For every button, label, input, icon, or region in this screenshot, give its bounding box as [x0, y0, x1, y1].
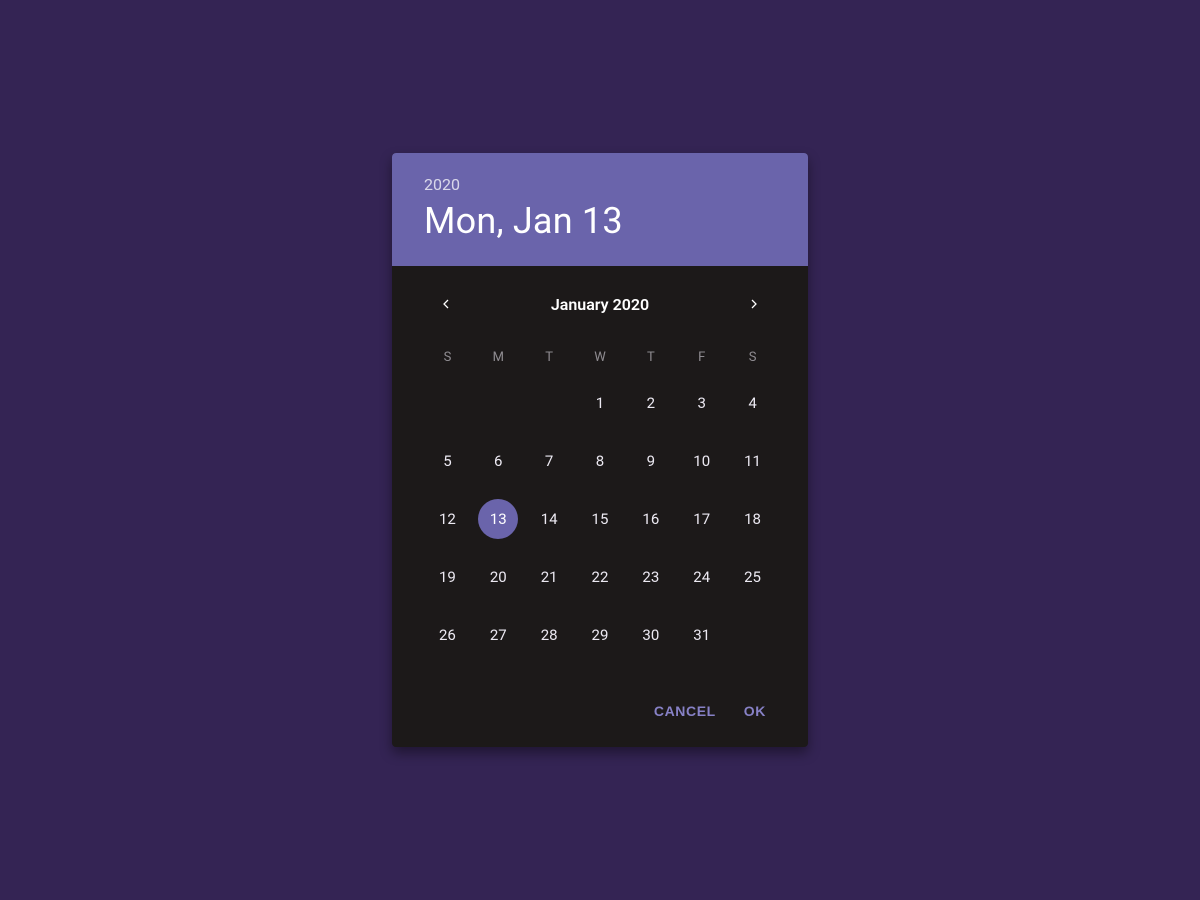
weekday-label: T	[625, 346, 676, 369]
calendar-day-label: 9	[631, 441, 671, 481]
calendar-day[interactable]: 16	[625, 497, 676, 541]
calendar-day-label: 17	[682, 499, 722, 539]
weekday-header-row: SMTWTFS	[392, 334, 808, 369]
calendar-day[interactable]: 17	[676, 497, 727, 541]
calendar-day-label: 25	[733, 557, 773, 597]
dialog-actions: Cancel OK	[392, 657, 808, 747]
calendar-day-empty	[473, 381, 524, 425]
calendar-day-empty	[422, 381, 473, 425]
calendar-day-label: 27	[478, 615, 518, 655]
calendar-day[interactable]: 25	[727, 555, 778, 599]
calendar-day-label: 19	[427, 557, 467, 597]
chevron-left-icon	[440, 295, 452, 314]
calendar-day-label: 1	[580, 383, 620, 423]
calendar-day[interactable]: 20	[473, 555, 524, 599]
calendar-day-label: 6	[478, 441, 518, 481]
month-year-title: January 2020	[551, 295, 649, 314]
calendar-day[interactable]: 31	[676, 613, 727, 657]
cancel-button[interactable]: Cancel	[654, 703, 716, 719]
calendar-day[interactable]: 13	[473, 497, 524, 541]
calendar-day-label: 8	[580, 441, 620, 481]
weekday-label: F	[676, 346, 727, 369]
calendar-day-label: 29	[580, 615, 620, 655]
calendar-day-label: 12	[427, 499, 467, 539]
calendar-day[interactable]: 3	[676, 381, 727, 425]
calendar-day[interactable]: 8	[575, 439, 626, 483]
header-selected-date: Mon, Jan 13	[424, 200, 776, 242]
calendar-day[interactable]: 19	[422, 555, 473, 599]
month-navigation: January 2020	[392, 266, 808, 334]
calendar-day-label: 16	[631, 499, 671, 539]
calendar-day-label: 24	[682, 557, 722, 597]
calendar-day-label: 5	[427, 441, 467, 481]
ok-button[interactable]: OK	[744, 703, 766, 719]
calendar-day[interactable]: 9	[625, 439, 676, 483]
calendar-day[interactable]: 22	[575, 555, 626, 599]
date-picker-header: 2020 Mon, Jan 13	[392, 153, 808, 266]
calendar-day-label: 22	[580, 557, 620, 597]
calendar-days-grid: 1234567891011121314151617181920212223242…	[392, 369, 808, 657]
calendar-day-label: 7	[529, 441, 569, 481]
calendar-day[interactable]: 4	[727, 381, 778, 425]
calendar-day[interactable]: 14	[524, 497, 575, 541]
calendar-day[interactable]: 29	[575, 613, 626, 657]
calendar-day[interactable]: 12	[422, 497, 473, 541]
calendar-day-label: 20	[478, 557, 518, 597]
calendar-day[interactable]: 24	[676, 555, 727, 599]
calendar-day-label: 31	[682, 615, 722, 655]
weekday-label: M	[473, 346, 524, 369]
calendar-day[interactable]: 18	[727, 497, 778, 541]
prev-month-button[interactable]	[434, 292, 458, 316]
calendar-day[interactable]: 27	[473, 613, 524, 657]
calendar-day-label: 11	[733, 441, 773, 481]
calendar-day-label: 14	[529, 499, 569, 539]
calendar-day-label: 3	[682, 383, 722, 423]
calendar-day[interactable]: 21	[524, 555, 575, 599]
calendar-day[interactable]: 26	[422, 613, 473, 657]
calendar-day[interactable]: 15	[575, 497, 626, 541]
header-year[interactable]: 2020	[424, 175, 776, 194]
weekday-label: S	[727, 346, 778, 369]
weekday-label: W	[575, 346, 626, 369]
weekday-label: S	[422, 346, 473, 369]
next-month-button[interactable]	[742, 292, 766, 316]
chevron-right-icon	[748, 295, 760, 314]
calendar-day-label: 10	[682, 441, 722, 481]
calendar-day-label: 18	[733, 499, 773, 539]
calendar-day[interactable]: 23	[625, 555, 676, 599]
calendar-day[interactable]: 2	[625, 381, 676, 425]
calendar-day[interactable]: 5	[422, 439, 473, 483]
calendar-day-label: 26	[427, 615, 467, 655]
calendar-day[interactable]: 7	[524, 439, 575, 483]
date-picker-dialog: 2020 Mon, Jan 13 January 2020 SMTWTFS 12…	[392, 153, 808, 747]
calendar-day-label: 2	[631, 383, 671, 423]
weekday-label: T	[524, 346, 575, 369]
calendar-day[interactable]: 1	[575, 381, 626, 425]
calendar-day-label: 30	[631, 615, 671, 655]
calendar-day[interactable]: 11	[727, 439, 778, 483]
calendar-day[interactable]: 6	[473, 439, 524, 483]
calendar-day[interactable]: 28	[524, 613, 575, 657]
calendar-day-label: 15	[580, 499, 620, 539]
calendar-day-empty	[524, 381, 575, 425]
calendar-day-label: 21	[529, 557, 569, 597]
calendar-day[interactable]: 10	[676, 439, 727, 483]
calendar-day[interactable]: 30	[625, 613, 676, 657]
calendar-day-label: 13	[478, 499, 518, 539]
calendar-day-label: 28	[529, 615, 569, 655]
calendar-day-label: 23	[631, 557, 671, 597]
calendar-day-label: 4	[733, 383, 773, 423]
